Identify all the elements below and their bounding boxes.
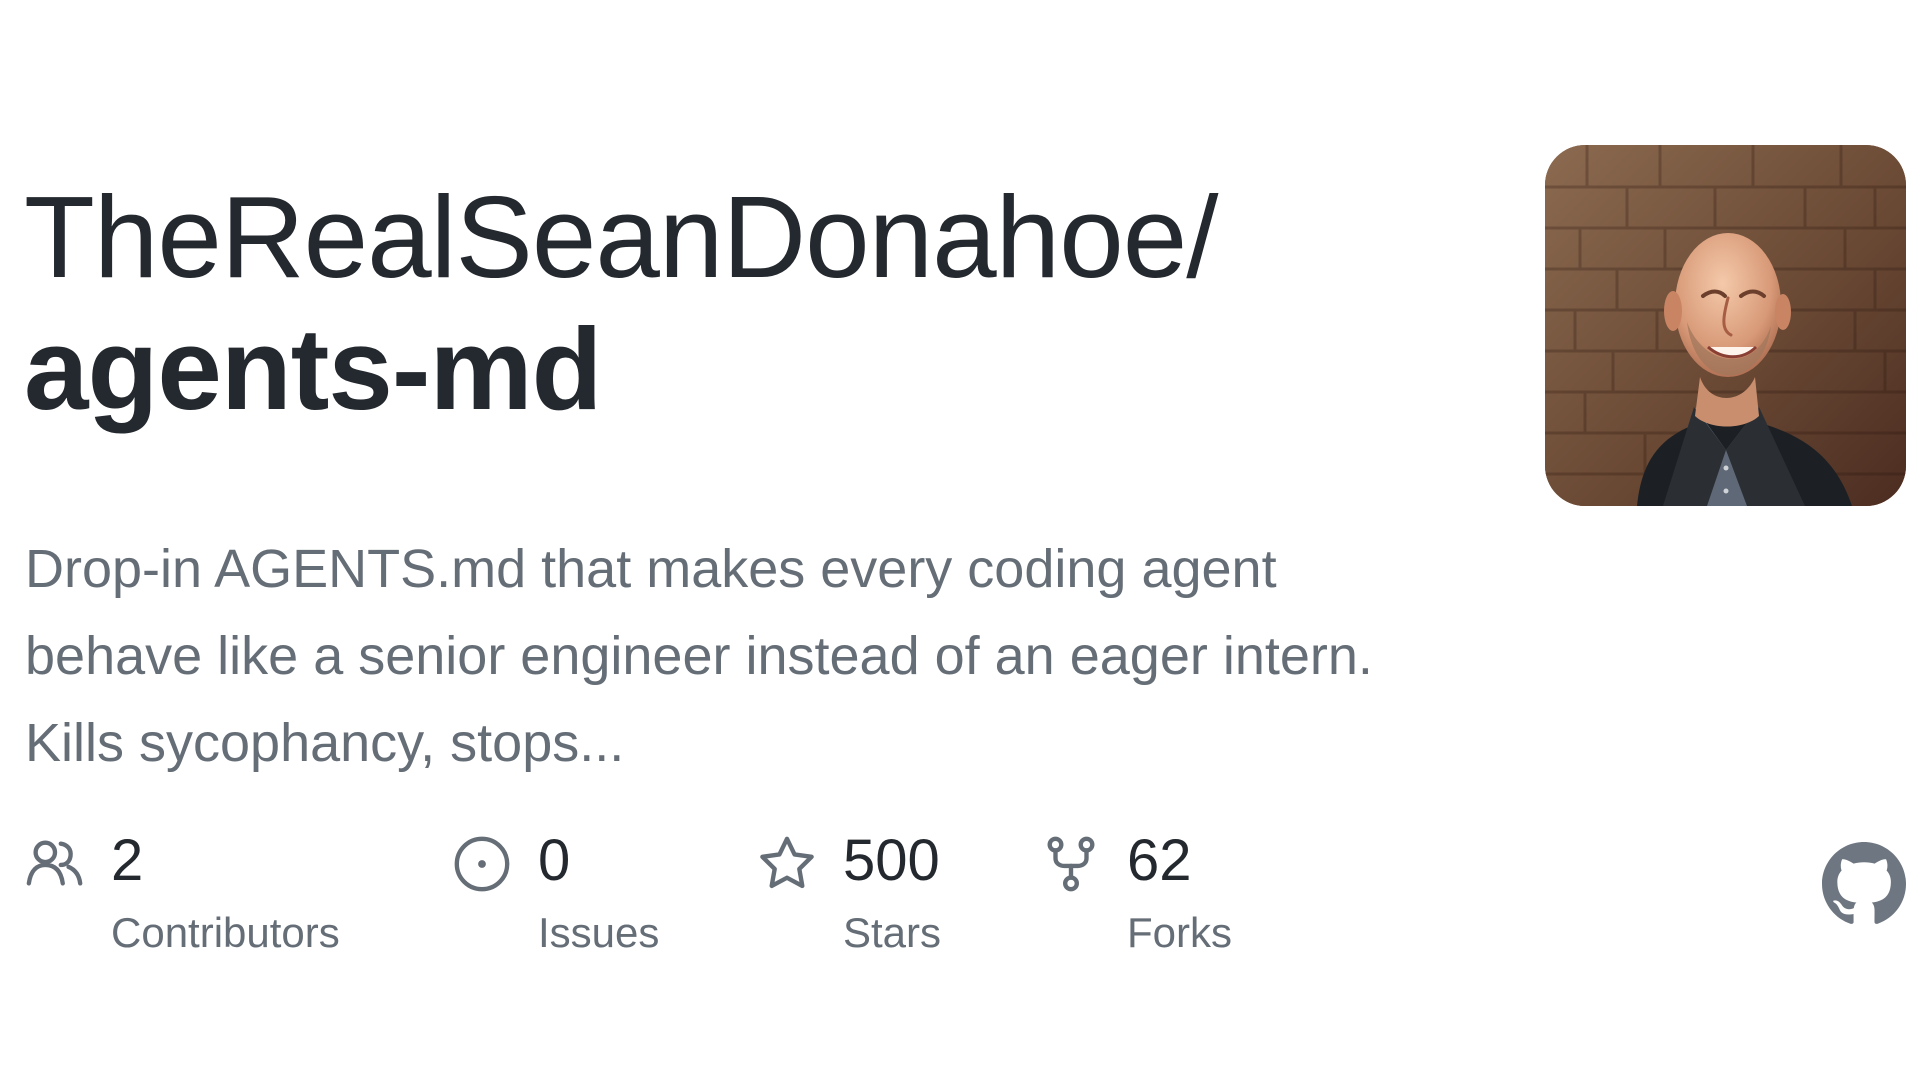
contributors-label: Contributors: [111, 909, 340, 956]
fork-icon: [1040, 833, 1102, 895]
contributors-icon: [24, 833, 86, 895]
issues-icon: [451, 833, 513, 895]
forks-label: Forks: [1127, 909, 1232, 956]
repository-title: TheRealSeanDonahoe/ agents-md: [24, 171, 1474, 435]
stars-count: 500: [843, 828, 940, 893]
repository-description: Drop-in AGENTS.md that makes every codin…: [25, 539, 1373, 773]
issues-label: Issues: [538, 909, 660, 956]
repository-owner[interactable]: TheRealSeanDonahoe/: [24, 171, 1474, 303]
stars-label: Stars: [843, 909, 942, 956]
forks-count: 62: [1127, 828, 1192, 893]
repository-social-card: TheRealSeanDonahoe/ agents-md Drop-in AG…: [0, 0, 1920, 1080]
github-mark-icon[interactable]: [1822, 842, 1906, 926]
profile-photo-illustration: [1545, 145, 1906, 506]
repository-name[interactable]: agents-md: [24, 303, 1474, 435]
repository-stats: 2 Contributors 0 Issues 500 Stars 62 For…: [0, 825, 1500, 975]
owner-avatar[interactable]: [1545, 145, 1906, 506]
star-icon: [756, 833, 818, 895]
contributors-count: 2: [111, 828, 144, 893]
issues-count: 0: [538, 828, 571, 893]
